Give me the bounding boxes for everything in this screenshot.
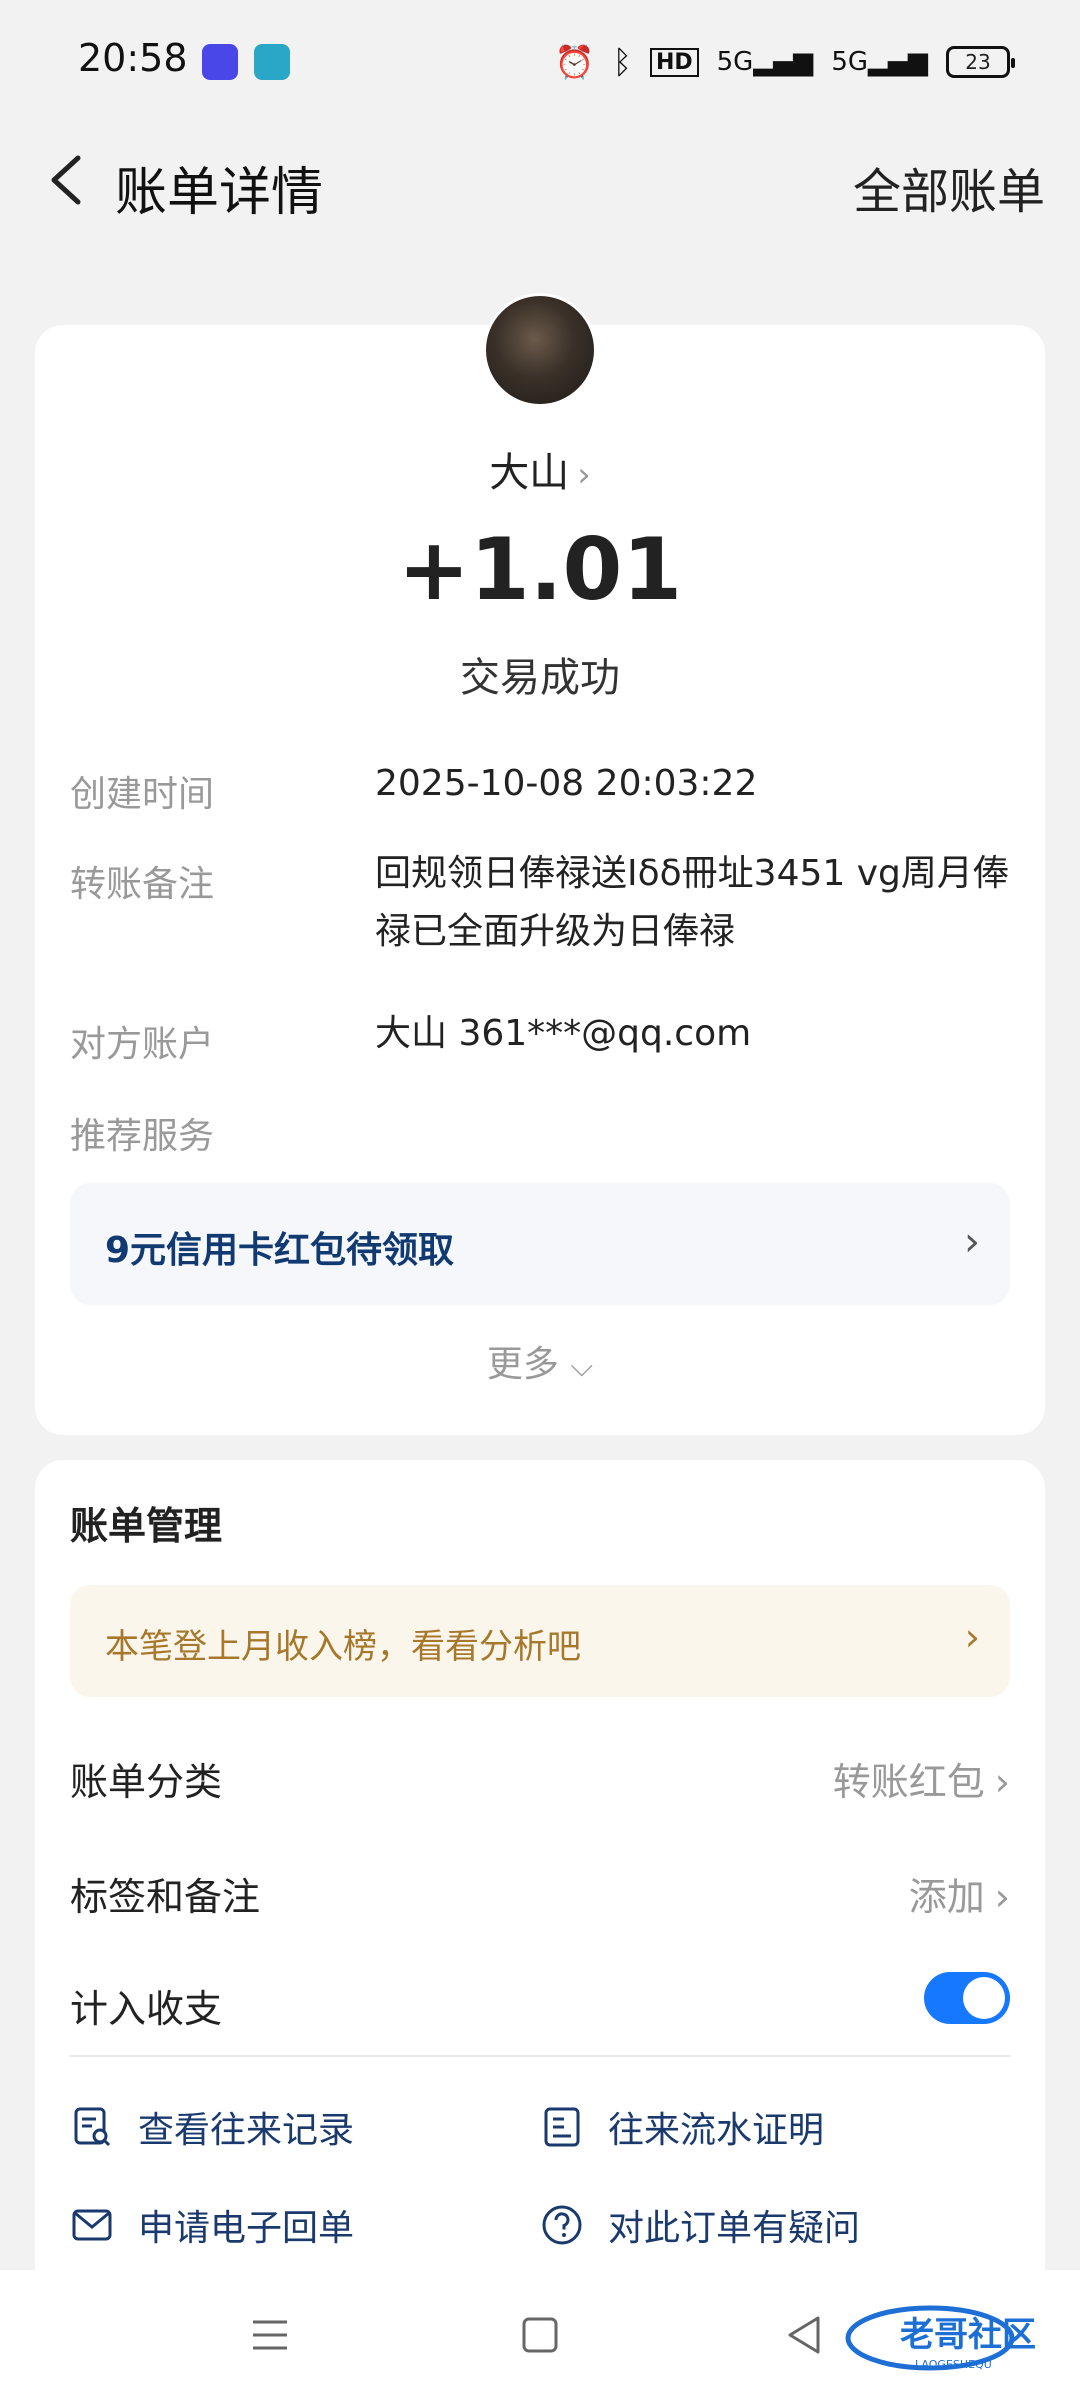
created-time-value: 2025-10-08 20:03:22 [375, 763, 758, 804]
order-question-label: 对此订单有疑问 [608, 2208, 861, 2249]
signal-5g-icon: 5G▂▄▆ [716, 47, 814, 77]
income-rank-notice[interactable]: 本笔登上月收入榜，看看分析吧 › [70, 1585, 1010, 1697]
recommend-label: 推荐服务 [70, 1116, 215, 1157]
envelope-icon [72, 2209, 112, 2241]
view-history-label: 查看往来记录 [138, 2110, 355, 2151]
counterparty-label: 对方账户 [70, 1024, 215, 1065]
watermark-logo: 老哥社区 LAOGESHEQU [845, 2305, 1036, 2371]
tags-notes-value: 添加 [908, 1875, 985, 1919]
page: 20:58 ⏰ ᛒ HD 5G▂▄▆ 5G▂▄▆ 23 账单详情 全部账单 大山… [0, 0, 1080, 2400]
tags-notes-label: 标签和备注 [70, 1875, 261, 1919]
e-receipt-button[interactable]: 申请电子回单 [70, 2190, 354, 2260]
chevron-down-icon: ⌵ [570, 1349, 594, 1384]
created-time-label: 创建时间 [70, 774, 215, 815]
bill-category-label: 账单分类 [70, 1760, 223, 1804]
home-square-icon[interactable] [515, 2310, 565, 2360]
question-circle-icon [542, 2205, 582, 2245]
toggle-knob [963, 1977, 1005, 2019]
page-title: 账单详情 [115, 163, 324, 223]
app-flashlight-icon [202, 44, 238, 80]
payer-name: 大山 [489, 450, 570, 496]
alarm-icon: ⏰ [554, 43, 595, 81]
watermark-subtext: LAOGESHEQU [915, 2358, 992, 2371]
menu-icon[interactable] [245, 2310, 295, 2360]
transaction-card: 大山 › +1.01 交易成功 创建时间 2025-10-08 20:03:22 … [35, 293, 1045, 1435]
app-green-icon [254, 44, 290, 80]
watermark-text: 老哥社区 [900, 2315, 1036, 2355]
status-bar: 20:58 ⏰ ᛒ HD 5G▂▄▆ 5G▂▄▆ 23 [0, 0, 1080, 120]
payer-name-row[interactable]: 大山 › [35, 440, 1045, 498]
transaction-status: 交易成功 [460, 655, 620, 701]
bill-management-card: 账单管理 本笔登上月收入榜，看看分析吧 › 账单分类 转账红包 › 标签和备注 添… [35, 1460, 1045, 2280]
transfer-note-value: 回规领日俸禄送Iδδ冊址3451 vg周月俸禄已全面升级为日俸禄 [375, 853, 1009, 952]
more-label: 更多 [486, 1344, 559, 1385]
more-button[interactable]: 更多 ⌵ [35, 1335, 1045, 1387]
signal-5g-2-icon: 5G▂▄▆ [831, 47, 928, 77]
section-title: 账单管理 [70, 1504, 223, 1548]
flow-proof-button[interactable]: 往来流水证明 [540, 2092, 824, 2162]
hd-icon: HD [649, 47, 699, 77]
document-search-icon [74, 2107, 111, 2147]
count-in-stats-label: 计入收支 [70, 1987, 223, 2031]
transfer-note-label: 转账备注 [70, 864, 215, 905]
tags-notes-value-wrap: 添加 › [909, 1866, 1010, 1921]
chevron-right-icon: › [577, 455, 591, 495]
chevron-right-icon: › [964, 1219, 980, 1265]
all-bills-link[interactable]: 全部账单 [853, 152, 1045, 222]
count-in-stats-toggle[interactable] [924, 1972, 1010, 2024]
flow-proof-label: 往来流水证明 [608, 2110, 825, 2151]
bill-category-row[interactable]: 账单分类 转账红包 › [70, 1735, 1010, 1815]
battery-icon: 23 [946, 46, 1015, 78]
status-time: 20:58 [78, 36, 188, 80]
counterparty-value: 大山 361***@qq.com [375, 1013, 752, 1054]
avatar[interactable] [483, 293, 597, 407]
bill-category-value-wrap: 转账红包 › [833, 1751, 1010, 1806]
header: 账单详情 全部账单 [0, 120, 1080, 240]
back-arrow-icon[interactable] [40, 150, 100, 210]
divider [70, 2055, 1010, 2057]
bill-category-value: 转账红包 [832, 1760, 985, 1804]
amount: +1.01 [397, 520, 683, 620]
tags-notes-row[interactable]: 标签和备注 添加 › [70, 1850, 1010, 1930]
chevron-right-icon: › [994, 1875, 1010, 1919]
document-icon [544, 2107, 580, 2147]
bluetooth-icon: ᛒ [612, 43, 632, 81]
count-in-stats-row: 计入收支 [70, 1962, 1010, 2042]
view-history-button[interactable]: 查看往来记录 [70, 2092, 354, 2162]
credit-card-promo[interactable]: 9元信用卡红包待领取 › [70, 1183, 1010, 1305]
order-question-button[interactable]: 对此订单有疑问 [540, 2190, 860, 2260]
chevron-right-icon: › [964, 1615, 980, 1659]
notice-text: 本笔登上月收入榜，看看分析吧 [105, 1627, 581, 1667]
status-icons: ⏰ ᛒ HD 5G▂▄▆ 5G▂▄▆ 23 [554, 40, 1015, 84]
chevron-right-icon: › [994, 1760, 1010, 1804]
promo-text: 9元信用卡红包待领取 [105, 1230, 455, 1271]
back-triangle-icon[interactable] [780, 2310, 830, 2360]
e-receipt-label: 申请电子回单 [138, 2208, 355, 2249]
